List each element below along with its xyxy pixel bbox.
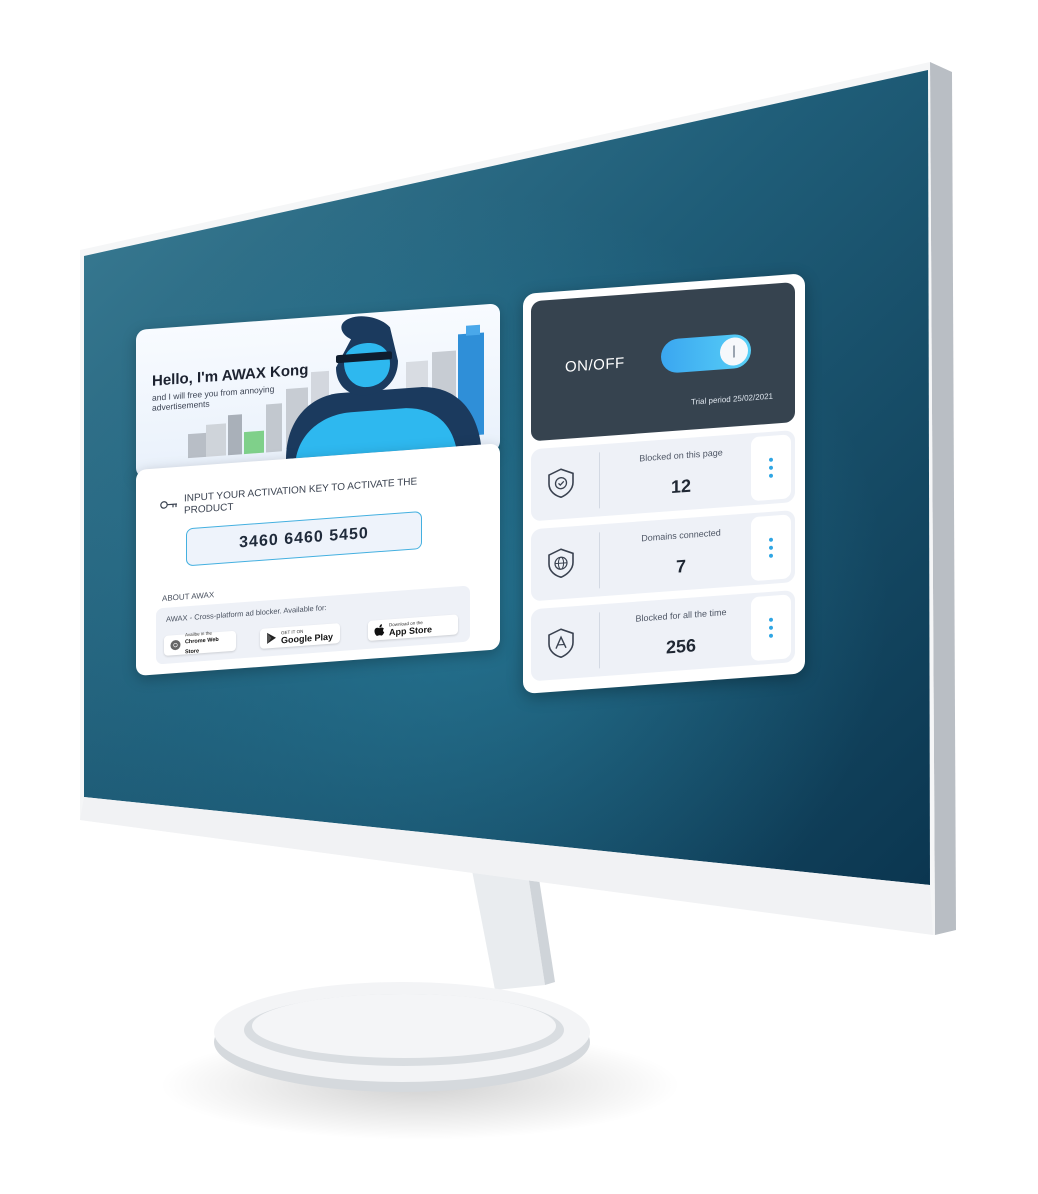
stat-card-domains: Domains connected 7 bbox=[531, 510, 795, 602]
google-play-badge[interactable]: GET IT ON Google Play bbox=[260, 623, 340, 649]
status-panel: ON/OFF Trial period 25/02/2021 Blocked o… bbox=[523, 273, 805, 694]
google-play-icon bbox=[267, 632, 276, 644]
app-store-badge[interactable]: Download on the App Store bbox=[368, 614, 458, 641]
app-window: Hello, I'm AWAX Kong and I will free you… bbox=[80, 250, 940, 770]
key-icon bbox=[160, 501, 177, 509]
dot-icon bbox=[769, 537, 773, 542]
activation-key-input[interactable]: 3460 6460 5450 bbox=[186, 510, 422, 567]
stat-divider bbox=[599, 452, 600, 509]
toggle-knob[interactable] bbox=[720, 336, 748, 367]
dot-icon bbox=[769, 457, 773, 462]
chrome-web-store-badge[interactable]: Availbe in the Chrome Web Store bbox=[164, 630, 236, 656]
stat-value: 256 bbox=[665, 635, 697, 658]
more-menu-button[interactable] bbox=[751, 434, 791, 502]
monitor: Hello, I'm AWAX Kong and I will free you… bbox=[0, 0, 1038, 1194]
stat-divider bbox=[599, 532, 600, 589]
stat-card-blocked-page: Blocked on this page 12 bbox=[531, 430, 795, 522]
dot-icon bbox=[769, 633, 773, 638]
stat-value: 7 bbox=[675, 556, 686, 577]
shield-check-icon bbox=[548, 468, 574, 499]
stat-label: Domains connected bbox=[641, 527, 721, 544]
dot-icon bbox=[769, 465, 773, 470]
dot-icon bbox=[769, 545, 773, 550]
chrome-icon bbox=[170, 640, 181, 651]
stat-label: Blocked on this page bbox=[639, 447, 723, 464]
stat-divider bbox=[599, 612, 600, 669]
onoff-toggle[interactable] bbox=[661, 333, 751, 374]
stat-card-blocked-total: Blocked for all the time 256 bbox=[531, 590, 795, 682]
shield-globe-icon bbox=[548, 548, 574, 579]
stat-label: Blocked for all the time bbox=[635, 607, 727, 624]
onoff-label: ON/OFF bbox=[565, 354, 625, 376]
chrome-badge-big: Chrome Web Store bbox=[184, 636, 219, 655]
dot-icon bbox=[769, 617, 773, 622]
apple-icon bbox=[374, 624, 385, 636]
shield-awax-icon bbox=[548, 628, 574, 659]
activation-card: INPUT YOUR ACTIVATION KEY TO ACTIVATE TH… bbox=[136, 443, 500, 676]
activation-prompt: INPUT YOUR ACTIVATION KEY TO ACTIVATE TH… bbox=[184, 476, 418, 517]
more-menu-button[interactable] bbox=[751, 594, 791, 662]
trial-period: Trial period 25/02/2021 bbox=[691, 391, 773, 407]
dot-icon bbox=[769, 473, 773, 478]
dot-icon bbox=[769, 553, 773, 558]
stat-value: 12 bbox=[670, 475, 692, 498]
onoff-card: ON/OFF Trial period 25/02/2021 bbox=[531, 282, 795, 442]
dot-icon bbox=[769, 625, 773, 630]
about-text: AWAX - Cross-platform ad blocker. Availa… bbox=[166, 603, 327, 624]
about-label: ABOUT AWAX bbox=[162, 590, 215, 604]
more-menu-button[interactable] bbox=[751, 514, 791, 582]
